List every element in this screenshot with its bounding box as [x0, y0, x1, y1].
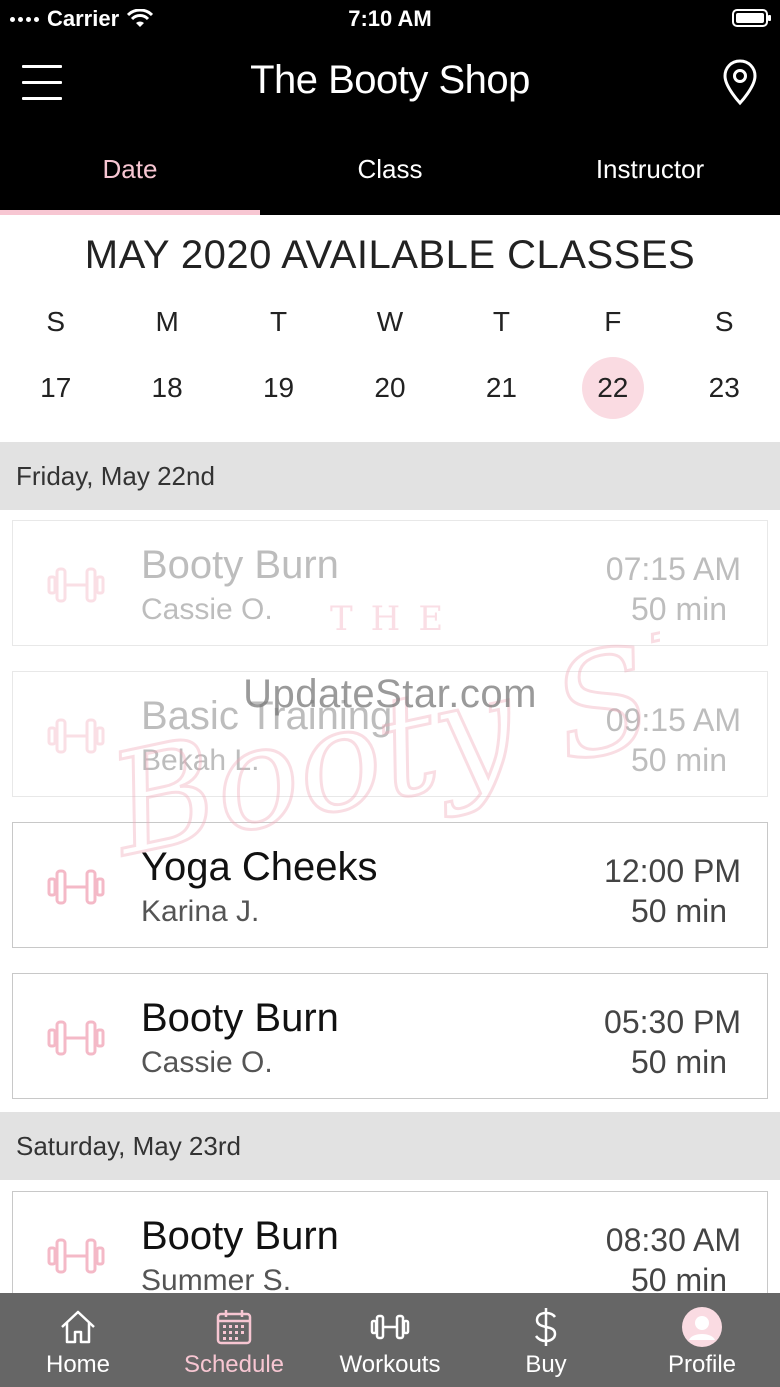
nav-label: Schedule [183, 1351, 285, 1378]
class-duration: 50 min [630, 1044, 727, 1080]
weekday-letter: W [376, 306, 404, 337]
day-number: 18 [151, 372, 183, 403]
day-number: 21 [485, 372, 517, 403]
instructor-name: Cassie O. [141, 1046, 273, 1079]
day-23[interactable]: 23 [669, 357, 780, 419]
section-date-label: Friday, May 22nd [16, 461, 215, 491]
day-row: 17 18 19 20 21 22 23 [0, 357, 780, 419]
class-name: Booty Burn [141, 996, 339, 1040]
weekday-letter: S [46, 306, 66, 337]
schedule-tabs: Date Class Instructor [0, 130, 780, 215]
weekday-letter: T [270, 306, 288, 337]
app-header: The Booty Shop [0, 40, 780, 130]
class-duration: 50 min [630, 591, 727, 627]
bottom-navigation: Home Schedule Workouts Buy Profile [0, 1293, 780, 1387]
battery-icon [732, 9, 771, 27]
nav-label: Home [45, 1351, 111, 1378]
tab-instructor[interactable]: Instructor [520, 130, 780, 215]
class-time: 05:30 PM [604, 1004, 741, 1040]
nav-label: Buy [525, 1351, 567, 1378]
instructor-name: Cassie O. [141, 593, 273, 626]
nav-label: Profile [667, 1351, 737, 1378]
day-20[interactable]: 20 [334, 357, 445, 419]
tab-date[interactable]: Date [0, 130, 260, 215]
dumbbell-icon [47, 869, 105, 905]
week-calendar: MAY 2020 AVAILABLE CLASSES S M T W T F S… [0, 215, 780, 441]
class-duration: 50 min [630, 742, 727, 778]
dumbbell-icon [370, 1314, 410, 1340]
nav-home[interactable]: Home [0, 1293, 156, 1387]
calendar-icon [216, 1310, 252, 1345]
nav-schedule[interactable]: Schedule [156, 1293, 312, 1387]
class-name: Booty Burn [141, 543, 339, 587]
instructor-name: Bekah L. [141, 744, 260, 777]
updatestar-watermark: UpdateStar.com [243, 672, 537, 716]
location-pin-icon[interactable] [722, 58, 758, 106]
dollar-icon [534, 1308, 557, 1346]
calendar-title: MAY 2020 AVAILABLE CLASSES [84, 233, 696, 277]
status-bar: Carrier 7:10 AM [0, 0, 780, 40]
day-18[interactable]: 18 [111, 357, 222, 419]
dumbbell-icon [47, 1020, 105, 1056]
weekday-row: S M T W T F S [0, 307, 780, 337]
day-22-selected[interactable]: 22 [557, 357, 668, 419]
class-time: 08:30 AM [605, 1222, 741, 1258]
class-time: 12:00 PM [604, 853, 741, 889]
day-number: 19 [262, 372, 295, 403]
dumbbell-icon [47, 718, 105, 754]
home-icon [61, 1310, 95, 1344]
nav-buy[interactable]: Buy [468, 1293, 624, 1387]
dumbbell-icon [47, 567, 105, 603]
nav-label: Workouts [339, 1351, 441, 1378]
class-name: Booty Burn [141, 1214, 339, 1258]
nav-workouts[interactable]: Workouts [312, 1293, 468, 1387]
weekday-letter: T [492, 306, 510, 337]
date-section-header: Saturday, May 23rd [0, 1112, 780, 1180]
class-card[interactable]: Booty Burn Cassie O. 05:30 PM 50 min [12, 973, 768, 1099]
section-date-label: Saturday, May 23rd [16, 1131, 241, 1161]
class-time: 07:15 AM [605, 551, 741, 587]
day-21[interactable]: 21 [446, 357, 557, 419]
avatar-icon [682, 1307, 722, 1347]
class-card[interactable]: Yoga Cheeks Karina J. 12:00 PM 50 min [12, 822, 768, 948]
nav-profile[interactable]: Profile [624, 1293, 780, 1387]
app-title: The Booty Shop [250, 58, 530, 102]
date-section-header: Friday, May 22nd [0, 442, 780, 510]
tab-class[interactable]: Class [260, 130, 520, 215]
weekday-letter: M [155, 306, 179, 337]
day-number: 20 [374, 372, 406, 403]
day-number: 22 [597, 372, 629, 403]
day-17[interactable]: 17 [0, 357, 111, 419]
day-19[interactable]: 19 [223, 357, 334, 419]
instructor-name: Karina J. [141, 895, 260, 928]
class-name: Yoga Cheeks [141, 845, 378, 889]
class-card[interactable]: Booty Burn Cassie O. 07:15 AM 50 min [12, 520, 768, 646]
weekday-letter: F [604, 306, 622, 337]
class-duration: 50 min [630, 893, 727, 929]
dumbbell-icon [47, 1238, 105, 1274]
day-number: 17 [40, 372, 72, 403]
day-number: 23 [708, 372, 740, 403]
status-time: 7:10 AM [348, 6, 432, 31]
weekday-letter: S [714, 306, 734, 337]
